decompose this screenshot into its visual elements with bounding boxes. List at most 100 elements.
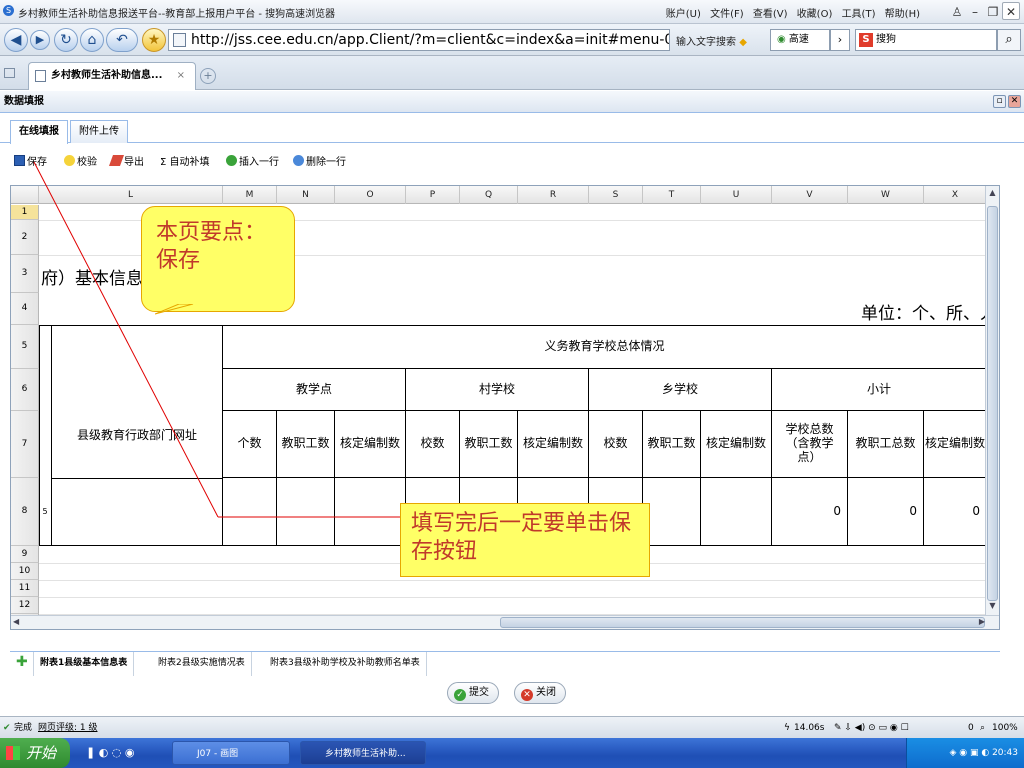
col-header-R[interactable]: R (518, 186, 589, 204)
delete-row-button[interactable]: 删除一行 (293, 153, 346, 168)
col-header-W[interactable]: W (848, 186, 924, 204)
page-rating-link[interactable]: 网页评级: 1 级 (38, 717, 97, 739)
row-header-1[interactable]: 1 (11, 205, 39, 220)
panel-tabs: 在线填报 附件上传 (0, 113, 1024, 144)
menu-view[interactable]: 查看(V) (753, 9, 788, 20)
forward-button[interactable]: ▶ (30, 30, 50, 50)
col-header-L[interactable]: L (39, 186, 223, 204)
row-header-5[interactable]: 5 (11, 325, 39, 369)
row-header-2[interactable]: 2 (11, 220, 39, 255)
data-cell[interactable] (277, 478, 335, 546)
vertical-scroll-thumb[interactable] (987, 206, 998, 601)
scroll-right-icon[interactable]: ▶ (979, 617, 985, 626)
scroll-up-icon[interactable]: ▲ (987, 188, 998, 200)
load-time: 14.06s (794, 723, 825, 733)
chevron-right-icon[interactable]: › (830, 29, 850, 51)
col-header-T[interactable]: T (643, 186, 701, 204)
col-header-M[interactable]: M (223, 186, 277, 204)
sidebar-toggle-icon[interactable] (4, 68, 15, 78)
row-header-3[interactable]: 3 (11, 255, 39, 293)
row-header-11[interactable]: 11 (11, 580, 39, 597)
back-button[interactable]: ◀ (4, 28, 28, 52)
row8-fragment-cell[interactable]: 5 (39, 478, 52, 546)
start-button[interactable]: 开始 (0, 738, 70, 768)
col-header-X[interactable]: X (924, 186, 987, 204)
task-browser[interactable]: 乡村教师生活补助... (300, 741, 426, 765)
scroll-left-icon[interactable]: ◀ (13, 617, 19, 626)
vertical-scrollbar[interactable]: ▲ ▼ (985, 186, 999, 629)
row-header-9[interactable]: 9 (11, 546, 39, 563)
total-quota-cell[interactable]: 0 (924, 478, 987, 546)
col-header-V[interactable]: V (772, 186, 848, 204)
data-cell[interactable] (701, 478, 772, 546)
status-tool-icons[interactable]: ✎ ⇩ ◀) ⊙ ▭ ◉ ☐ (834, 717, 909, 739)
browser-tab-active[interactable]: 乡村教师生活补助信息... × (28, 62, 196, 90)
refresh-button[interactable]: ↻ (54, 28, 78, 52)
zoom-icon[interactable]: ⌕ (980, 717, 985, 739)
col-header-O[interactable]: O (335, 186, 406, 204)
home-button[interactable]: ⌂ (80, 28, 104, 52)
row-header-8[interactable]: 8 (11, 478, 39, 546)
autofill-button[interactable]: Σ 自动补填 (160, 153, 210, 168)
menu-favorites[interactable]: 收藏(O) (797, 9, 833, 20)
col-header-Q[interactable]: Q (460, 186, 518, 204)
tray-icons[interactable]: ◈ ◉ ▣ ◐ (949, 748, 992, 758)
data-cell[interactable] (643, 478, 701, 546)
favorites-star-icon[interactable]: ★ (142, 28, 166, 52)
speed-mode-button[interactable]: ◉ 高速 (770, 29, 830, 51)
shirt-skin-icon[interactable]: ♙ (948, 3, 966, 21)
close-window-button[interactable]: ✕ (1002, 2, 1020, 20)
addr-input-cell[interactable] (52, 478, 223, 546)
task-paint[interactable]: J07 - 画图 (172, 741, 290, 765)
export-button[interactable]: 导出 (108, 153, 144, 168)
sheet-tab-3[interactable]: 附表3县级补助学校及补助教师名单表 (264, 652, 427, 676)
row-header-7[interactable]: 7 (11, 411, 39, 478)
shield-icon[interactable]: ◆ (739, 37, 747, 48)
data-cell[interactable] (335, 478, 406, 546)
address-search-hint[interactable]: 输入文字搜索 (676, 37, 736, 48)
scroll-down-icon[interactable]: ▼ (987, 601, 998, 613)
total-staff-cell[interactable]: 0 (848, 478, 924, 546)
zoom-level[interactable]: 100% (992, 717, 1018, 739)
row-header-4[interactable]: 4 (11, 293, 39, 325)
minimize-button[interactable]: – (966, 3, 984, 21)
total-schools-cell[interactable]: 0 (772, 478, 848, 546)
corner-cell[interactable] (11, 186, 39, 204)
add-sheet-icon[interactable]: ✚ (10, 652, 34, 676)
address-bar[interactable]: http://jss.cee.edu.cn/app.Client/?m=clie… (168, 29, 670, 51)
tab-attachment-upload[interactable]: 附件上传 (70, 120, 128, 143)
tab-online-fill[interactable]: 在线填报 (10, 120, 68, 144)
save-button[interactable]: 保存 (14, 153, 47, 168)
col-header-S[interactable]: S (589, 186, 643, 204)
header-top-cell: 义务教育学校总体情况 (223, 325, 987, 369)
horizontal-scroll-thumb[interactable] (500, 617, 985, 628)
data-cell[interactable] (223, 478, 277, 546)
col-header-U[interactable]: U (701, 186, 772, 204)
menu-file[interactable]: 文件(F) (710, 9, 744, 20)
sheet-tab-1[interactable]: 附表1县级基本信息表 (34, 652, 135, 676)
tab-close-icon[interactable]: × (177, 63, 185, 89)
col-header-P[interactable]: P (406, 186, 460, 204)
addr-header: 县级教育行政部门网址 (76, 427, 197, 442)
maximize-button[interactable]: ❐ (984, 3, 1002, 21)
quick-launch-icons[interactable]: ❚ ◐ ◌ ◉ (86, 746, 135, 759)
close-button[interactable]: ✕ 关闭 (514, 682, 566, 704)
horizontal-scrollbar[interactable]: ◀ ▶ (11, 615, 999, 629)
row-header-10[interactable]: 10 (11, 563, 39, 580)
menu-account[interactable]: 账户(U) (666, 9, 701, 20)
new-tab-button[interactable]: + (200, 68, 216, 84)
search-input[interactable]: S 搜狗 (855, 29, 997, 51)
panel-close-icon[interactable]: ✕ (1008, 95, 1021, 108)
row-header-6[interactable]: 6 (11, 369, 39, 411)
check-button[interactable]: 校验 (64, 153, 97, 168)
search-button[interactable]: ⌕ (997, 29, 1021, 51)
submit-button[interactable]: ✓ 提交 (447, 682, 499, 704)
panel-restore-icon[interactable]: ▫ (993, 95, 1006, 108)
col-header-N[interactable]: N (277, 186, 335, 204)
menu-tools[interactable]: 工具(T) (842, 9, 876, 20)
menu-help[interactable]: 帮助(H) (885, 9, 920, 20)
insert-row-button[interactable]: 插入一行 (226, 153, 279, 168)
row-header-12[interactable]: 12 (11, 597, 39, 614)
undo-closed-tab-button[interactable]: ↶ (106, 28, 138, 52)
sheet-tab-2[interactable]: 附表2县级实施情况表 (152, 652, 252, 676)
